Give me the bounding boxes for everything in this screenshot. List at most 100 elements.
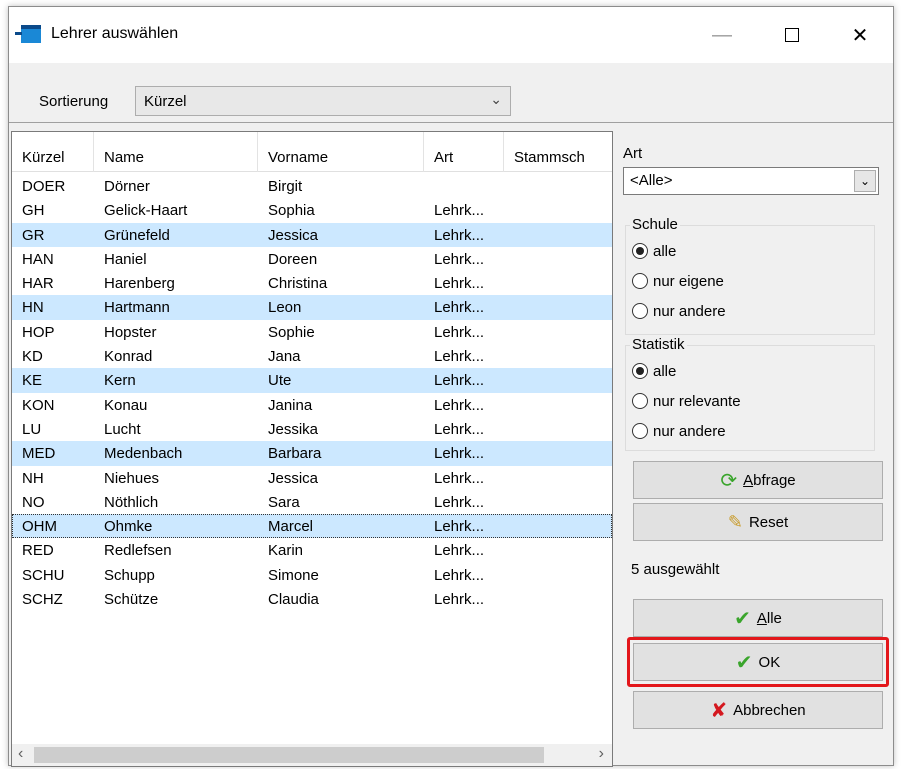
chevron-down-icon: ⌄ — [490, 91, 502, 107]
statistik-group-title: Statistik — [630, 336, 687, 353]
art-dropdown-value: <Alle> — [630, 172, 673, 189]
cell-kuerzel: KD — [22, 348, 43, 366]
cell-name: Ohmke — [104, 518, 153, 536]
check-icon: ✔ — [735, 651, 753, 674]
chevron-down-icon[interactable]: ⌄ — [854, 170, 876, 192]
sort-dropdown[interactable]: Kürzel ⌄ — [135, 86, 511, 116]
cell-name: Niehues — [104, 469, 160, 487]
column-header-kuerzel[interactable]: Kürzel — [12, 132, 94, 172]
cell-art: Lehrk... — [434, 372, 485, 390]
ok-label: OK — [758, 653, 781, 671]
art-dropdown[interactable]: <Alle> ⌄ — [623, 167, 879, 195]
table-row[interactable]: MED Medenbach Barbara Lehrk... — [12, 441, 612, 466]
list-rows: DOER Dörner Birgit GH Gelick-Haart Sophia Lehr… — [12, 174, 612, 611]
radio-label: nur relevante — [653, 392, 741, 410]
table-row[interactable]: HN Hartmann Leon Lehrk... — [12, 295, 612, 320]
maximize-button[interactable] — [769, 17, 815, 53]
ok-button[interactable]: ✔ OK — [633, 643, 883, 681]
cell-name: Grünefeld — [104, 226, 170, 244]
radio-label: alle — [653, 362, 677, 380]
table-row[interactable]: KON Konau Janina Lehrk... — [12, 393, 612, 417]
scroll-right-icon[interactable]: › — [599, 745, 604, 763]
radio-unchecked-icon — [632, 423, 648, 439]
table-row[interactable]: KD Konrad Jana Lehrk... — [12, 344, 612, 368]
table-row[interactable]: DOER Dörner Birgit — [12, 174, 612, 198]
radio-label: alle — [653, 242, 677, 260]
close-button[interactable]: ✕ — [837, 17, 883, 53]
maximize-icon — [785, 28, 799, 42]
cell-kuerzel: KE — [22, 372, 43, 390]
abfrage-mnemonic: A — [743, 471, 754, 489]
column-header-art[interactable]: Art — [424, 132, 504, 172]
table-row[interactable]: SCHZ Schütze Claudia Lehrk... — [12, 587, 612, 611]
cell-name: Redlefsen — [104, 542, 172, 560]
reset-label: Reset — [748, 513, 789, 531]
cell-vorname: Sophie — [268, 323, 315, 341]
cell-kuerzel: SCHU — [22, 566, 65, 584]
abbrechen-button[interactable]: ✘ Abbrechen — [633, 691, 883, 729]
scroll-left-icon[interactable]: ‹ — [18, 745, 23, 763]
table-row[interactable]: LU Lucht Jessika Lehrk... — [12, 417, 612, 441]
radio-unchecked-icon — [632, 393, 648, 409]
radio-statistik-nur-andere[interactable]: nur andere — [632, 420, 726, 442]
table-row[interactable]: NH Niehues Jessica Lehrk... — [12, 466, 612, 490]
table-row[interactable]: GH Gelick-Haart Sophia Lehrk... — [12, 198, 612, 222]
cell-kuerzel: KON — [22, 396, 55, 414]
cell-vorname: Doreen — [268, 250, 318, 268]
table-row[interactable]: HAN Haniel Doreen Lehrk... — [12, 247, 612, 271]
cell-name: Lucht — [104, 420, 141, 438]
art-label: Art — [623, 145, 643, 162]
alle-mnemonic: A — [756, 609, 767, 627]
cell-kuerzel: SCHZ — [22, 591, 63, 609]
statistik-group: Statistik alle nur relevante nur andere — [625, 336, 875, 451]
cell-art: Lehrk... — [434, 396, 485, 414]
cell-art: Lehrk... — [434, 518, 485, 536]
radio-unchecked-icon — [632, 303, 648, 319]
schule-group: Schule alle nur eigene nur andere — [625, 216, 875, 335]
sort-dropdown-value: Kürzel — [144, 93, 187, 110]
table-row[interactable]: HAR Harenberg Christina Lehrk... — [12, 271, 612, 295]
cell-name: Hartmann — [104, 299, 170, 317]
radio-schule-nur-andere[interactable]: nur andere — [632, 300, 726, 322]
cell-kuerzel: HN — [22, 299, 44, 317]
column-header-name[interactable]: Name — [94, 132, 258, 172]
table-row[interactable]: SCHU Schupp Simone Lehrk... — [12, 563, 612, 587]
cell-vorname: Marcel — [268, 518, 314, 536]
table-row[interactable]: RED Redlefsen Karin Lehrk... — [12, 538, 612, 562]
cell-art: Lehrk... — [434, 591, 485, 609]
list-header: Kürzel Name Vorname Art Stammsch — [12, 132, 612, 172]
horizontal-scrollbar[interactable]: ‹ › — [12, 744, 612, 766]
cell-kuerzel: LU — [22, 420, 42, 438]
abfrage-button[interactable]: ⟳ Abfrage — [633, 461, 883, 499]
radio-label: nur eigene — [653, 272, 724, 290]
cell-art: Lehrk... — [434, 493, 485, 511]
radio-schule-alle[interactable]: alle — [632, 240, 676, 262]
scrollbar-thumb[interactable] — [34, 747, 544, 763]
minimize-button[interactable]: — — [699, 17, 745, 53]
schule-group-title: Schule — [630, 216, 680, 233]
table-row[interactable]: GR Grünefeld Jessica Lehrk... — [12, 222, 612, 247]
alle-button[interactable]: ✔ Alle — [633, 599, 883, 637]
cell-kuerzel: NH — [22, 469, 44, 487]
broom-icon: ✎ — [727, 511, 743, 532]
column-header-vorname[interactable]: Vorname — [258, 132, 424, 172]
sort-label: Sortierung — [39, 93, 109, 110]
table-row[interactable]: KE Kern Ute Lehrk... — [12, 368, 612, 393]
cell-vorname: Jessica — [268, 469, 319, 487]
radio-statistik-nur-relevante[interactable]: nur relevante — [632, 390, 741, 412]
table-row[interactable]: NO Nöthlich Sara Lehrk... — [12, 490, 612, 514]
cell-art: Lehrk... — [434, 299, 485, 317]
cell-vorname: Birgit — [268, 178, 303, 195]
table-row[interactable]: OHM Ohmke Marcel Lehrk... — [12, 514, 612, 539]
cell-kuerzel: DOER — [22, 178, 66, 195]
cell-vorname: Jana — [268, 348, 301, 366]
radio-statistik-alle[interactable]: alle — [632, 360, 676, 382]
teacher-list[interactable]: Kürzel Name Vorname Art Stammsch DOER Dör… — [11, 131, 613, 767]
column-header-stammschule[interactable]: Stammsch — [504, 132, 614, 172]
cell-name: Dörner — [104, 178, 150, 195]
radio-schule-nur-eigene[interactable]: nur eigene — [632, 270, 724, 292]
reset-button[interactable]: ✎ Reset — [633, 503, 883, 541]
cell-art: Lehrk... — [434, 202, 485, 220]
cell-name: Gelick-Haart — [104, 202, 188, 220]
table-row[interactable]: HOP Hopster Sophie Lehrk... — [12, 320, 612, 344]
